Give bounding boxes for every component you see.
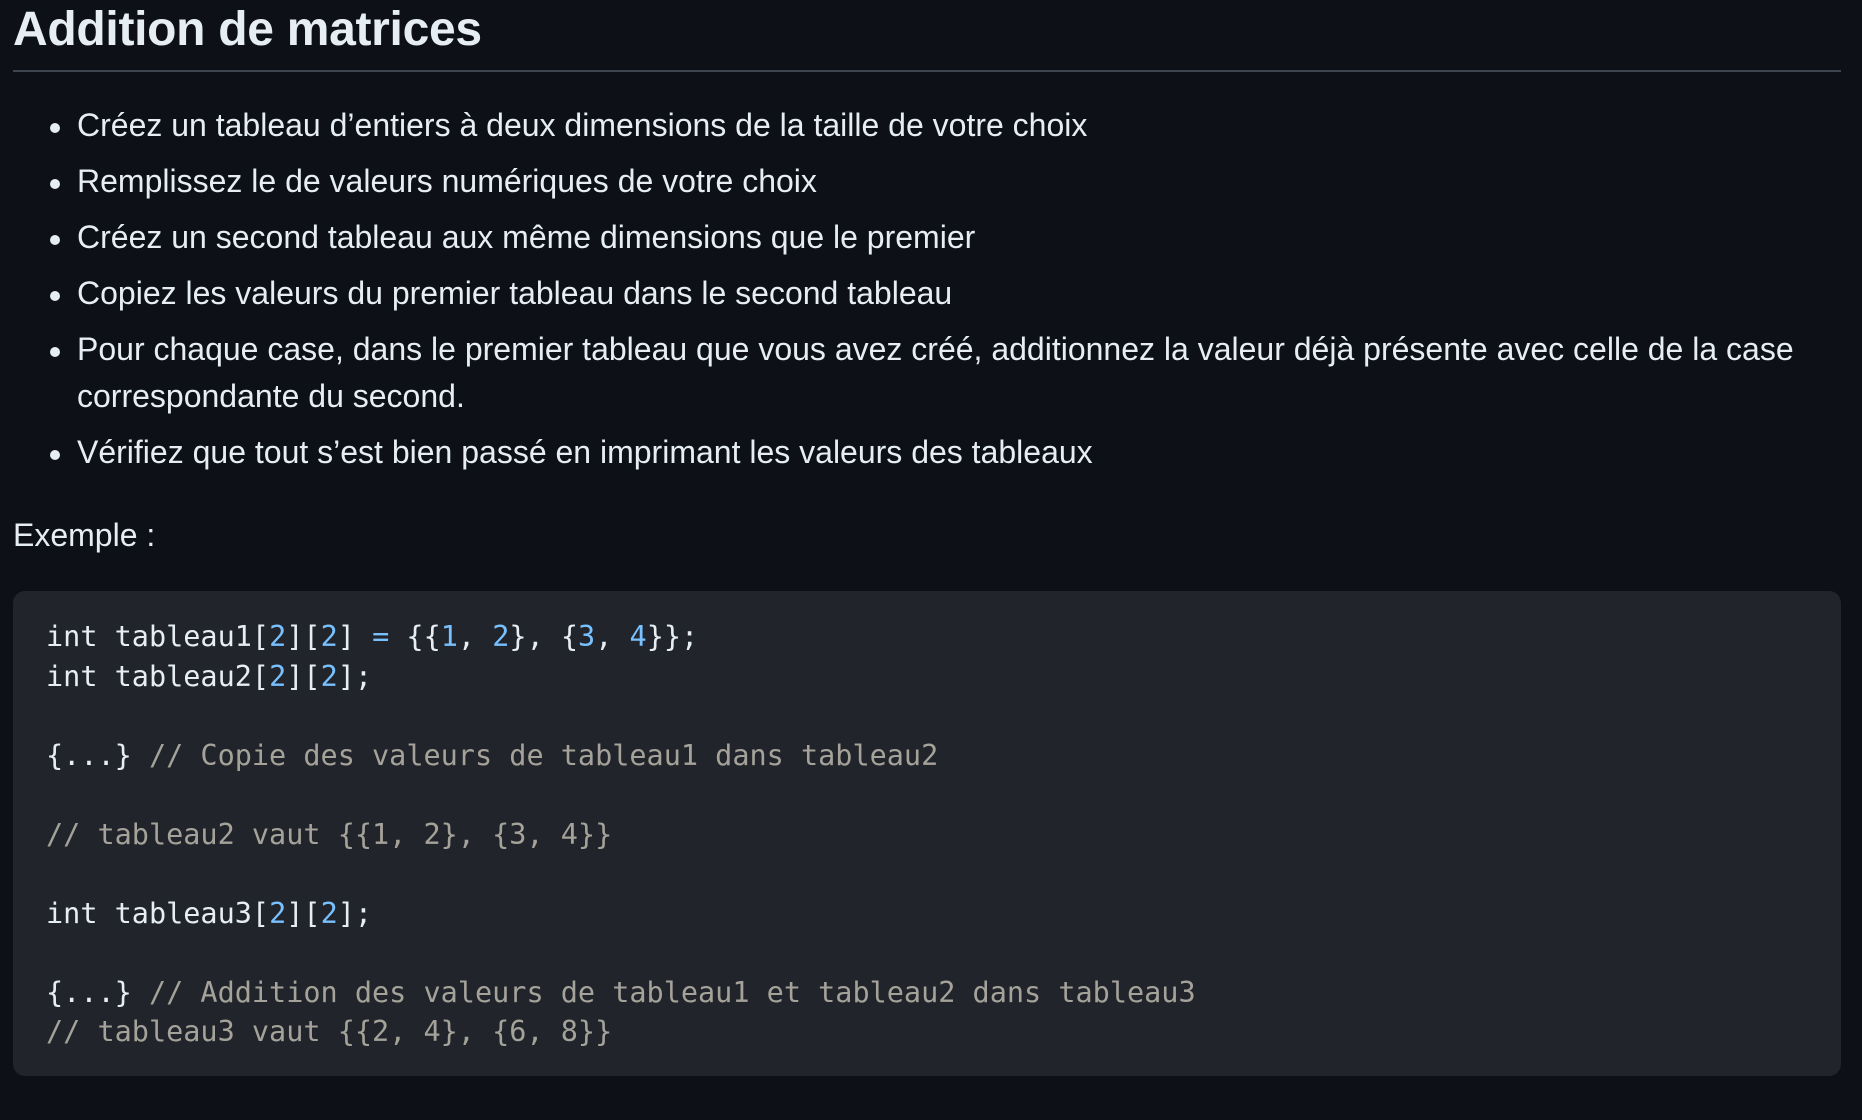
code-line: int tableau3[2][2]; <box>46 894 1808 934</box>
code-token: ]; <box>337 896 373 930</box>
code-token: ]; <box>337 659 373 693</box>
code-line: ​ <box>46 775 1808 815</box>
code-token: {...} <box>46 975 149 1009</box>
list-item: Vérifiez que tout s’est bien passé en im… <box>13 429 1841 476</box>
bullet-icon <box>50 123 60 133</box>
list-item-text: Copiez les valeurs du premier tableau da… <box>77 275 953 311</box>
code-comment: // tableau2 vaut {{1, 2}, {3, 4}} <box>46 817 613 851</box>
bullet-icon <box>50 291 60 301</box>
code-line: int tableau2[2][2]; <box>46 657 1808 697</box>
code-token: ][ <box>286 896 321 930</box>
list-item: Pour chaque case, dans le premier tablea… <box>13 326 1841 420</box>
code-block[interactable]: int tableau1[2][2] = {{1, 2}, {3, 4}}; in… <box>13 591 1841 1076</box>
code-keyword: int <box>46 896 98 930</box>
code-comment: // Addition des valeurs de tableau1 et t… <box>148 975 1196 1009</box>
heading-divider <box>13 70 1841 72</box>
code-comment: // Copie des valeurs de tableau1 dans ta… <box>148 738 939 772</box>
code-number: 4 <box>629 620 647 653</box>
code-token: }, { <box>509 620 579 653</box>
code-token: }}; <box>646 620 699 653</box>
bullet-icon <box>50 450 60 460</box>
code-number: 2 <box>269 620 287 653</box>
code-line: ​ <box>46 696 1808 736</box>
example-label: Exemple : <box>13 517 156 553</box>
code-number: 2 <box>492 620 510 653</box>
list-item-text: Créez un tableau d’entiers à deux dimens… <box>77 107 1088 143</box>
code-number: 2 <box>320 896 338 930</box>
code-token: tableau3[ <box>97 896 270 930</box>
code-token: , <box>457 620 493 653</box>
code-number: 2 <box>269 659 287 693</box>
code-line: {...} // Addition des valeurs de tableau… <box>46 973 1808 1013</box>
bullet-icon <box>50 235 60 245</box>
list-item-text: Créez un second tableau aux même dimensi… <box>77 219 976 255</box>
list-item-text: Pour chaque case, dans le premier tablea… <box>77 331 1794 414</box>
list-item: Copiez les valeurs du premier tableau da… <box>13 270 1841 317</box>
code-line: // tableau3 vaut {{2, 4}, {6, 8}} <box>46 1012 1808 1052</box>
code-line: // tableau2 vaut {{1, 2}, {3, 4}} <box>46 815 1808 855</box>
document: Addition de matrices Créez un tableau d’… <box>13 0 1841 1076</box>
list-item: Créez un second tableau aux même dimensi… <box>13 214 1841 261</box>
bullet-icon <box>50 347 60 357</box>
page-title: Addition de matrices <box>13 3 482 56</box>
code-line: int tableau1[2][2] = {{1, 2}, {3, 4}}; <box>46 617 1808 657</box>
list-item: Remplissez le de valeurs numériques de v… <box>13 158 1841 205</box>
code-number: 2 <box>320 620 338 653</box>
code-token: , <box>595 620 630 653</box>
code-token: ] <box>337 620 373 653</box>
code-keyword: int <box>46 620 98 653</box>
code-number: 1 <box>440 620 458 653</box>
code-token: ][ <box>286 659 321 693</box>
code-token: {{ <box>389 620 441 653</box>
code-token: tableau2[ <box>97 659 270 693</box>
bullet-icon <box>50 179 60 189</box>
task-list: Créez un tableau d’entiers à deux dimens… <box>13 102 1841 476</box>
code-keyword: int <box>46 659 98 693</box>
list-item-text: Remplissez le de valeurs numériques de v… <box>77 163 817 199</box>
code-number: 3 <box>578 620 596 653</box>
code-line: {...} // Copie des valeurs de tableau1 d… <box>46 736 1808 776</box>
code-token: = <box>372 620 390 653</box>
code-number: 2 <box>320 659 338 693</box>
code-token: ][ <box>286 620 321 653</box>
code-line: ​ <box>46 854 1808 894</box>
code-number: 2 <box>269 896 287 930</box>
list-item: Créez un tableau d’entiers à deux dimens… <box>13 102 1841 149</box>
list-item-text: Vérifiez que tout s’est bien passé en im… <box>77 434 1093 470</box>
code-token: {...} <box>46 738 149 772</box>
code-comment: // tableau3 vaut {{2, 4}, {6, 8}} <box>46 1015 613 1048</box>
code-token: tableau1[ <box>97 620 270 653</box>
code-line: ​ <box>46 933 1808 973</box>
